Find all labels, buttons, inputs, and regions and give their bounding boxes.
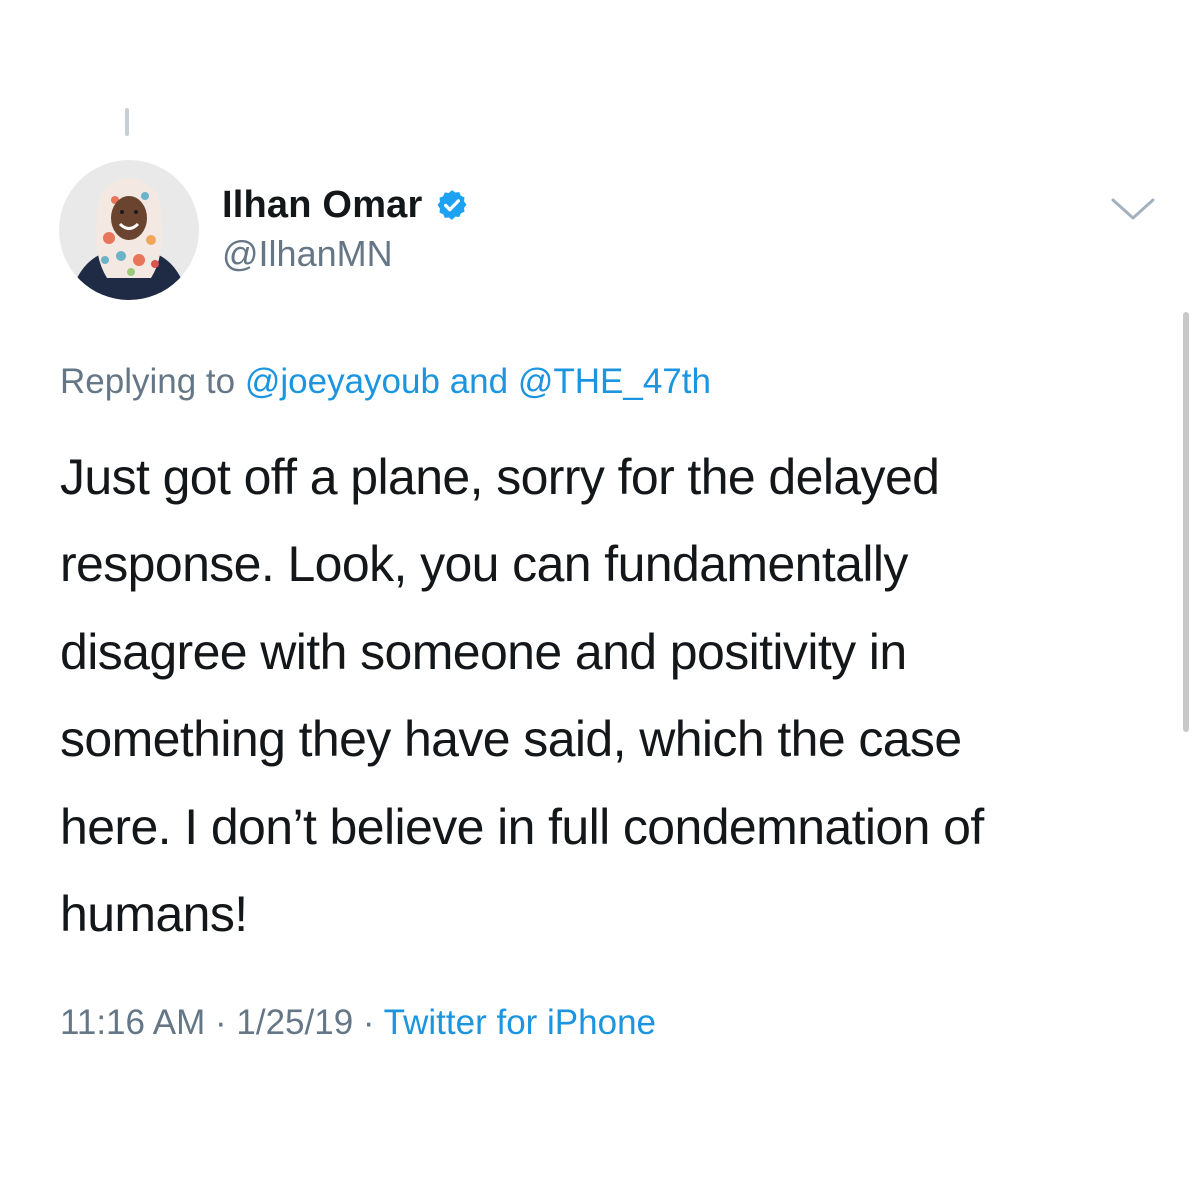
meta-separator: · [362,1003,375,1042]
chevron-down-icon[interactable] [1110,196,1156,222]
replying-to-line: Replying to @joeyayoub and @THE_47th [60,362,711,402]
tweet-detail-screen: Ilhan Omar @IlhanMN Replying to @joeyayo… [0,0,1200,1200]
replying-to-label: Replying to [60,362,236,401]
scrollbar[interactable] [1183,312,1189,732]
thread-connector-line [125,108,129,136]
tweet-text-line: response. Look, you can fundamentally [60,536,908,593]
author-name-row[interactable]: Ilhan Omar [222,180,469,230]
tweet-text-line: here. I don’t believe in full condemnati… [60,798,984,855]
author-display-name[interactable]: Ilhan Omar [222,184,423,227]
tweet-time[interactable]: 11:16 AM [60,1003,205,1042]
meta-separator: · [215,1003,227,1042]
tweet-source-link[interactable]: Twitter for iPhone [384,1003,656,1042]
tweet-metadata: 11:16 AM · 1/25/19 · Twitter for iPhone [60,1003,656,1043]
tweet-text-line: something they have said, which the case [60,711,962,768]
reply-mention-link[interactable]: @THE_47th [518,362,711,401]
tweet-text-line: Just got off a plane, sorry for the dela… [60,449,940,505]
verified-badge-icon [437,190,466,220]
avatar[interactable] [59,160,199,300]
tweet-text: Just got off a plane, sorry for the dela… [60,434,1150,958]
tweet-text-line: humans! [60,886,248,943]
tweet-text-line: disagree with someone and positivity in [60,623,907,680]
tweet-date[interactable]: 1/25/19 [236,1003,353,1042]
reply-mention-link[interactable]: @joeyayoub [245,362,440,401]
reply-mention-joiner[interactable]: and [450,362,508,401]
author-handle[interactable]: @IlhanMN [222,233,393,275]
